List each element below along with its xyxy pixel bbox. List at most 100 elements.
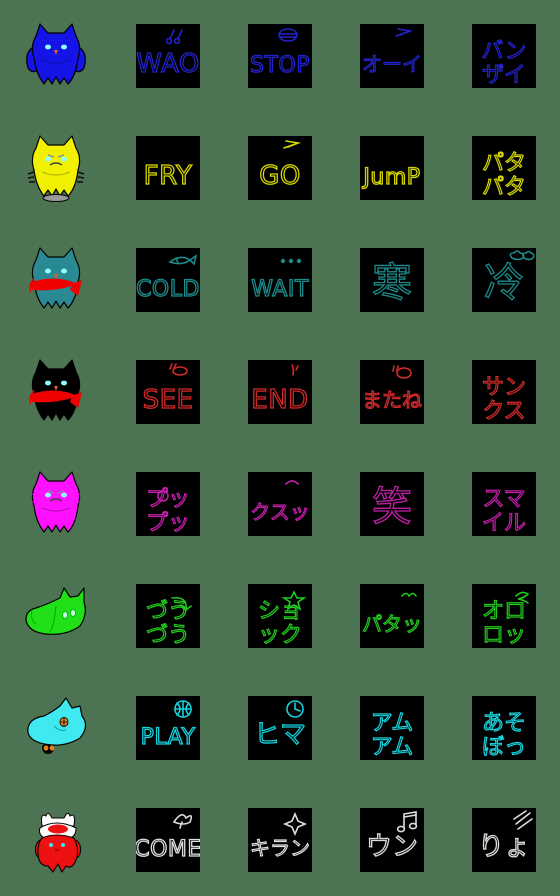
sticker-tile[interactable]: ヒマヒマ <box>248 696 312 760</box>
grid-cell-tile-r2-c4[interactable]: 冷冷 <box>448 224 560 336</box>
grid-cell-tile-r4-c1[interactable]: プッ プップップッ <box>112 448 224 560</box>
grid-cell-tile-r7-c4[interactable]: りょりょ <box>448 784 560 896</box>
svg-text:PLAY: PLAY <box>141 725 196 750</box>
grid-cell-tile-r5-c4[interactable]: オロ ロッオロロッ <box>448 560 560 672</box>
sticker-tile[interactable]: JumPJumP <box>360 136 424 200</box>
grid-cell-character-row-3[interactable] <box>0 336 112 448</box>
grid-cell-tile-r3-c2[interactable]: ENDEND <box>224 336 336 448</box>
grid-cell-tile-r1-c4[interactable]: パタ パタパタパタ <box>448 112 560 224</box>
grid-cell-tile-r4-c2[interactable]: クスックスッ <box>224 448 336 560</box>
sticker-tile[interactable]: COLDCOLD <box>136 248 200 312</box>
sticker-tile[interactable]: WAOWAO <box>136 24 200 88</box>
character-magenta-cat-pouting[interactable] <box>20 468 92 540</box>
svg-text:オーイ: オーイ <box>362 52 422 76</box>
grid-cell-tile-r0-c4[interactable]: バン ザイバンザイ <box>448 0 560 112</box>
grid-cell-character-row-7[interactable] <box>0 784 112 896</box>
grid-cell-tile-r0-c3[interactable]: オーイオーイ <box>336 0 448 112</box>
grid-cell-tile-r2-c3[interactable]: 寒寒 <box>336 224 448 336</box>
svg-text:サン: サン <box>482 375 526 400</box>
sticker-tile[interactable]: オーイオーイ <box>360 24 424 88</box>
character-yellow-cat-angry[interactable] <box>20 132 92 204</box>
grid-cell-character-row-5[interactable] <box>0 560 112 672</box>
grid-cell-tile-r1-c2[interactable]: GOGO <box>224 112 336 224</box>
svg-text:GO: GO <box>259 161 301 191</box>
sticker-tile[interactable]: プッ プップップッ <box>136 472 200 536</box>
svg-text:オロ: オロ <box>482 599 526 624</box>
grid-cell-tile-r3-c4[interactable]: サン クスサンクス <box>448 336 560 448</box>
grid-cell-tile-r4-c3[interactable]: 笑笑 <box>336 448 448 560</box>
sticker-tile[interactable]: 寒寒 <box>360 248 424 312</box>
svg-text:プッ: プッ <box>146 511 190 536</box>
grid-cell-character-row-2[interactable] <box>0 224 112 336</box>
sticker-tile[interactable]: STOPSTOP <box>248 24 312 88</box>
grid-cell-tile-r7-c2[interactable]: キランキラン <box>224 784 336 896</box>
sticker-tile[interactable]: 冷冷 <box>472 248 536 312</box>
sticker-tile[interactable]: あそ ぼっあそぼっ <box>472 696 536 760</box>
sticker-tile[interactable]: ショ ックショック <box>248 584 312 648</box>
sticker-tile[interactable]: キランキラン <box>248 808 312 872</box>
sticker-tile[interactable]: パタッパタッ <box>360 584 424 648</box>
grid-cell-tile-r2-c2[interactable]: WAITWAIT <box>224 224 336 336</box>
character-red-bear-with-cap[interactable] <box>20 804 92 876</box>
sticker-tile[interactable]: パタ パタパタパタ <box>472 136 536 200</box>
svg-text:冷: 冷 <box>484 260 524 306</box>
character-green-cat-lying-down[interactable] <box>20 580 92 652</box>
sticker-tile[interactable]: アム アムアムアム <box>360 696 424 760</box>
sticker-tile[interactable]: オロ ロッオロロッ <box>472 584 536 648</box>
sticker-tile[interactable]: ENDEND <box>248 360 312 424</box>
svg-text:ショ: ショ <box>258 599 302 624</box>
grid-cell-tile-r2-c1[interactable]: COLDCOLD <box>112 224 224 336</box>
grid-cell-tile-r1-c1[interactable]: FRYFRY <box>112 112 224 224</box>
grid-cell-tile-r0-c2[interactable]: STOPSTOP <box>224 0 336 112</box>
character-blue-cat-arms-up[interactable] <box>20 20 92 92</box>
svg-text:笑: 笑 <box>372 484 412 530</box>
grid-cell-tile-r0-c1[interactable]: WAOWAO <box>112 0 224 112</box>
character-black-cat-with-scarf[interactable] <box>20 356 92 428</box>
sticker-tile[interactable]: PLAYPLAY <box>136 696 200 760</box>
svg-text:パタ: パタ <box>482 151 526 176</box>
grid-cell-tile-r5-c2[interactable]: ショ ックショック <box>224 560 336 672</box>
svg-text:COLD: COLD <box>136 277 200 302</box>
svg-text:クス: クス <box>482 399 525 424</box>
grid-cell-tile-r3-c1[interactable]: SEESEE <box>112 336 224 448</box>
svg-text:WAO: WAO <box>136 49 200 79</box>
grid-cell-tile-r6-c3[interactable]: アム アムアムアム <box>336 672 448 784</box>
sticker-tile[interactable]: GOGO <box>248 136 312 200</box>
sticker-tile[interactable]: WAITWAIT <box>248 248 312 312</box>
character-teal-cat-with-scarf[interactable] <box>20 244 92 316</box>
svg-text:キラン: キラン <box>250 836 310 860</box>
grid-cell-tile-r6-c2[interactable]: ヒマヒマ <box>224 672 336 784</box>
sticker-tile[interactable]: COMECOME <box>136 808 200 872</box>
sticker-tile[interactable]: りょりょ <box>472 808 536 872</box>
svg-text:END: END <box>251 385 308 415</box>
sticker-tile[interactable]: FRYFRY <box>136 136 200 200</box>
grid-cell-tile-r7-c1[interactable]: COMECOME <box>112 784 224 896</box>
sticker-tile[interactable]: サン クスサンクス <box>472 360 536 424</box>
grid-cell-tile-r6-c1[interactable]: PLAYPLAY <box>112 672 224 784</box>
svg-text:寒: 寒 <box>372 260 412 306</box>
grid-cell-tile-r1-c3[interactable]: JumPJumP <box>336 112 448 224</box>
svg-text:COME: COME <box>136 837 200 862</box>
sticker-tile[interactable]: SEESEE <box>136 360 200 424</box>
sticker-tile[interactable]: 笑笑 <box>360 472 424 536</box>
svg-text:プッ: プッ <box>146 487 190 512</box>
sticker-tile[interactable]: バン ザイバンザイ <box>472 24 536 88</box>
grid-cell-tile-r5-c3[interactable]: パタッパタッ <box>336 560 448 672</box>
grid-cell-tile-r4-c4[interactable]: スマ イルスマイル <box>448 448 560 560</box>
svg-text:アム: アム <box>371 711 413 736</box>
sticker-tile[interactable]: クスックスッ <box>248 472 312 536</box>
grid-cell-tile-r3-c3[interactable]: またねまたね <box>336 336 448 448</box>
sticker-tile[interactable]: スマ イルスマイル <box>472 472 536 536</box>
grid-cell-character-row-0[interactable] <box>0 0 112 112</box>
sticker-tile[interactable]: づう づうづうづう <box>136 584 200 648</box>
grid-cell-character-row-6[interactable] <box>0 672 112 784</box>
sticker-tile[interactable]: ウンウン <box>360 808 424 872</box>
character-cyan-cat-sleeping[interactable] <box>20 692 92 764</box>
grid-cell-tile-r7-c3[interactable]: ウンウン <box>336 784 448 896</box>
grid-cell-tile-r5-c1[interactable]: づう づうづうづう <box>112 560 224 672</box>
grid-cell-tile-r6-c4[interactable]: あそ ぼっあそぼっ <box>448 672 560 784</box>
sticker-tile[interactable]: またねまたね <box>360 360 424 424</box>
svg-text:あそ: あそ <box>482 711 526 736</box>
grid-cell-character-row-4[interactable] <box>0 448 112 560</box>
grid-cell-character-row-1[interactable] <box>0 112 112 224</box>
